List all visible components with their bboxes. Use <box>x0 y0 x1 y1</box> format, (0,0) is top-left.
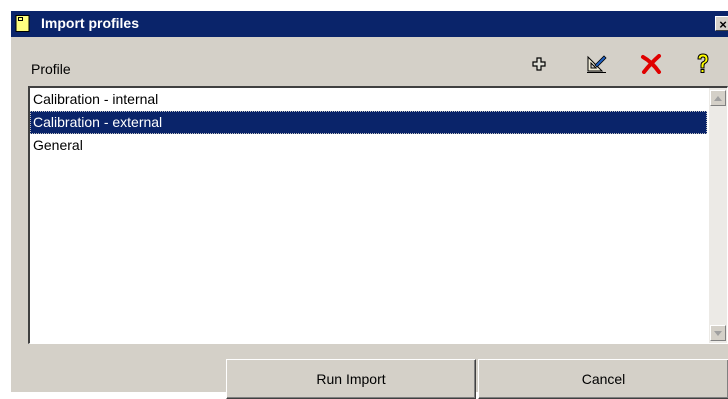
profile-list-item[interactable]: Calibration - internal <box>30 88 707 111</box>
window-title: Import profiles <box>41 15 140 31</box>
profile-list-items: Calibration - internal Calibration - exte… <box>30 88 707 157</box>
add-profile-button[interactable] <box>527 55 551 77</box>
run-import-button[interactable]: Run Import <box>226 359 476 399</box>
help-button[interactable] <box>691 52 715 80</box>
scroll-up-button[interactable] <box>710 90 726 106</box>
edit-icon <box>586 54 608 79</box>
chevron-up-icon <box>714 95 722 101</box>
plus-icon <box>532 56 546 76</box>
cancel-button[interactable]: Cancel <box>478 359 728 399</box>
vertical-scrollbar[interactable] <box>709 88 727 343</box>
document-icon <box>15 15 31 32</box>
edit-profile-button[interactable] <box>585 54 609 79</box>
title-bar[interactable]: Import profiles × <box>11 11 728 37</box>
delete-icon <box>640 53 662 79</box>
profile-label: Profile <box>31 61 71 77</box>
profile-list-item[interactable]: General <box>30 134 707 157</box>
close-icon: × <box>719 17 727 32</box>
profile-list[interactable]: Calibration - internal Calibration - exte… <box>28 86 728 344</box>
profile-list-item[interactable]: Calibration - external <box>30 111 707 134</box>
close-button[interactable]: × <box>715 16 728 32</box>
import-profiles-dialog: Import profiles × Profile Calibration - … <box>10 10 728 399</box>
help-icon <box>695 52 711 80</box>
chevron-down-icon <box>714 330 722 336</box>
scroll-down-button[interactable] <box>710 325 726 341</box>
delete-profile-button[interactable] <box>639 53 663 79</box>
